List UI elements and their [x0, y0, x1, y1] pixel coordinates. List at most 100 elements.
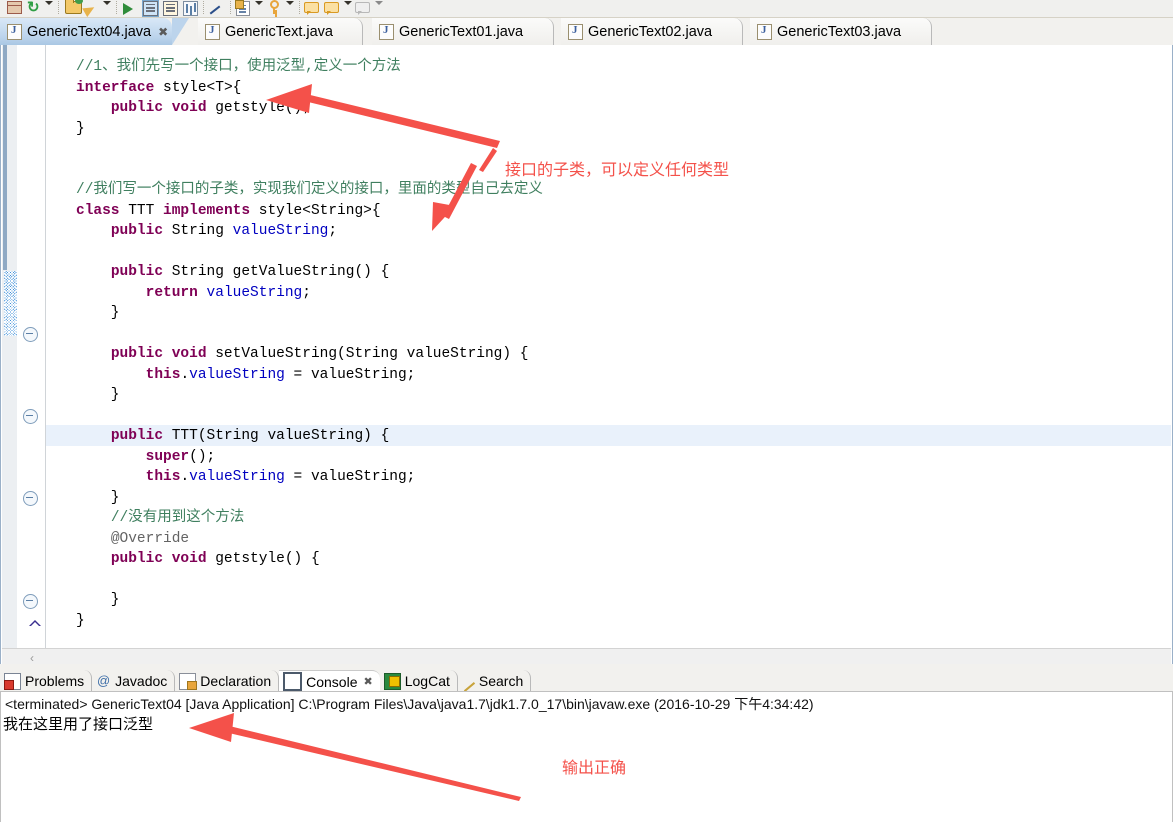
- code-token-plain: }: [76, 305, 120, 321]
- bottom-tab-console[interactable]: Console ✖: [279, 670, 380, 693]
- marker-overview-bar[interactable]: [2, 45, 18, 648]
- code-token-fld: valueString: [189, 469, 285, 485]
- java-file-icon: [757, 23, 772, 40]
- code-line: //我们写一个接口的子类，实现我们定义的接口，里面的类型自己去定义: [76, 182, 543, 198]
- console-output-text: 我在这里用了接口泛型: [3, 716, 154, 733]
- outline-icon: [163, 1, 178, 16]
- code-text-area[interactable]: //1、我们先写一个接口，使用泛型,定义一个方法 interface style…: [46, 45, 1171, 648]
- package-icon-button[interactable]: [4, 0, 24, 17]
- code-token-plain: ();: [189, 448, 216, 465]
- editor-horizontal-scrollbar[interactable]: ‹: [2, 648, 1171, 665]
- bottom-tab-logcat[interactable]: LogCat: [380, 670, 458, 692]
- fold-toggle-icon[interactable]: [23, 594, 38, 609]
- comment-icon-button-1[interactable]: [303, 0, 323, 17]
- code-line: }: [76, 613, 85, 629]
- code-token-kw: return: [145, 284, 198, 301]
- fold-collapse-triangle-icon[interactable]: [29, 620, 41, 626]
- brush-icon-button[interactable]: [82, 0, 102, 17]
- refresh-dropdown-arrow-icon[interactable]: [44, 0, 55, 17]
- key-icon: [270, 0, 279, 14]
- outline-icon-button[interactable]: [160, 0, 180, 17]
- fold-toggle-icon[interactable]: [23, 491, 38, 506]
- toolbar-separator: [200, 0, 207, 17]
- scroll-left-arrow-icon[interactable]: ‹: [30, 651, 34, 665]
- code-token-plain: .: [180, 469, 190, 485]
- ruler-icon-button[interactable]: [180, 0, 200, 17]
- run-icon-button[interactable]: [120, 0, 140, 17]
- editor-tab-close-icon[interactable]: ✖: [158, 25, 168, 39]
- search-wand-icon-button[interactable]: [207, 0, 227, 17]
- code-token-kw: public: [110, 428, 164, 444]
- overview-selection-marker: [4, 271, 17, 336]
- refresh-icon: ↻: [27, 0, 40, 16]
- code-token-plain: }: [76, 120, 85, 137]
- editor-tab-bar: GenericText04.java ✖ GenericText.java Gener…: [0, 18, 1173, 46]
- editor-tab-generictext02-java[interactable]: GenericText02.java: [561, 18, 743, 45]
- code-token-ann: @Override: [110, 530, 190, 547]
- key-icon-button[interactable]: [265, 0, 285, 17]
- code-token-plain: String: [163, 223, 233, 239]
- bottom-tab-search[interactable]: Search: [458, 670, 532, 692]
- bottom-panel: Problems @ Javadoc Declaration Console ✖ LogCa…: [0, 664, 1173, 822]
- document-icon-button[interactable]: [234, 0, 254, 17]
- code-token-plain: getstyle() {: [206, 551, 320, 567]
- code-token-kw: public: [110, 223, 164, 239]
- comment-gray-dropdown-arrow-icon: [374, 0, 385, 17]
- code-token-plain: getstyle();: [206, 100, 311, 116]
- bottom-tab-problems[interactable]: Problems: [0, 670, 93, 692]
- code-line: this.valueString = valueString;: [76, 469, 416, 485]
- comment-dropdown-arrow-icon[interactable]: [343, 0, 354, 17]
- bottom-tab-declaration[interactable]: Declaration: [175, 670, 280, 692]
- highlight-icon-button[interactable]: [140, 0, 160, 17]
- folding-gutter[interactable]: [17, 45, 46, 648]
- code-line: public String getValueString() {: [76, 264, 389, 280]
- code-token-plain: String getValueString() {: [163, 264, 390, 280]
- bottom-tab-label: Problems: [25, 673, 85, 689]
- source-code[interactable]: //1、我们先写一个接口，使用泛型,定义一个方法 interface style…: [46, 45, 1171, 631]
- editor-tab-generictext-java[interactable]: GenericText.java: [198, 18, 363, 45]
- comment-icon-button-2[interactable]: [323, 0, 343, 17]
- bottom-tab-close-icon[interactable]: ✖: [364, 675, 373, 688]
- highlight-icon: [142, 0, 159, 17]
- brush-dropdown-arrow-icon[interactable]: [102, 0, 113, 17]
- toolbar-separator: [227, 0, 234, 17]
- fold-toggle-icon[interactable]: [23, 327, 38, 342]
- bottom-tab-javadoc[interactable]: @ Javadoc: [92, 670, 176, 692]
- fold-toggle-icon[interactable]: [23, 409, 38, 424]
- comment-gray-icon: [355, 2, 370, 15]
- code-token-plain: style<String>{: [250, 202, 381, 219]
- search-wand-icon: [209, 5, 221, 15]
- code-line: this.valueString = valueString;: [76, 366, 416, 383]
- annotation-label-output: 输出正确: [562, 760, 627, 777]
- editor-tab-generictext03-java[interactable]: GenericText03.java: [750, 18, 932, 45]
- document-dropdown-arrow-icon[interactable]: [254, 0, 265, 17]
- toolbar-separator: [296, 0, 303, 17]
- bottom-tab-label: Search: [478, 673, 524, 689]
- comment-icon: [324, 2, 339, 15]
- open-folder-icon-button[interactable]: [62, 0, 83, 17]
- code-token-plain: = valueString;: [284, 366, 416, 383]
- refresh-icon-button[interactable]: ↻: [24, 0, 44, 17]
- key-dropdown-arrow-icon[interactable]: [285, 0, 296, 17]
- code-token-plain: setValueString(String valueString) {: [206, 346, 529, 362]
- code-token-plain: .: [180, 366, 190, 383]
- declaration-icon: [179, 672, 198, 690]
- java-file-icon: [7, 23, 22, 40]
- editor-tab-generictext04-java[interactable]: GenericText04.java ✖: [0, 18, 189, 45]
- editor-tab-generictext01-java[interactable]: GenericText01.java: [372, 18, 554, 45]
- code-line: return valueString;: [76, 285, 311, 301]
- code-token-plain: TTT: [119, 202, 164, 219]
- overview-marker-top: [3, 45, 7, 270]
- code-editor[interactable]: //1、我们先写一个接口，使用泛型,定义一个方法 interface style…: [0, 45, 1173, 665]
- editor-tab-label: GenericText03.java: [777, 23, 902, 40]
- code-line: //没有用到这个方法: [76, 510, 244, 526]
- bottom-tab-label: Console: [306, 673, 358, 690]
